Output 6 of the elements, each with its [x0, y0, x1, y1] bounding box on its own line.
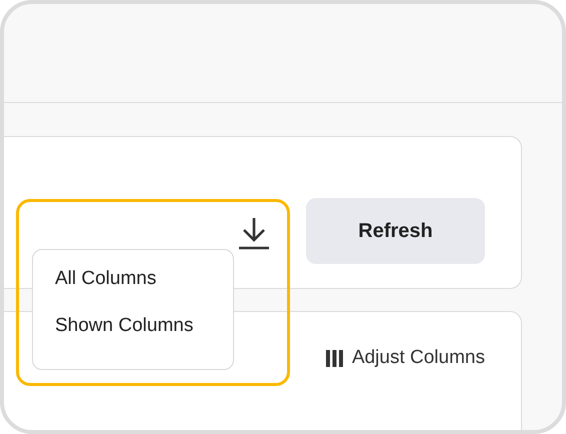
refresh-button[interactable]: Refresh [306, 198, 485, 264]
columns-icon [326, 350, 343, 366]
menu-item[interactable]: All Columns [55, 268, 233, 315]
download-icon[interactable] [238, 216, 270, 250]
menu-item[interactable]: Shown Columns [55, 315, 233, 362]
adjust-columns-button[interactable]: Adjust Columns [326, 347, 485, 369]
